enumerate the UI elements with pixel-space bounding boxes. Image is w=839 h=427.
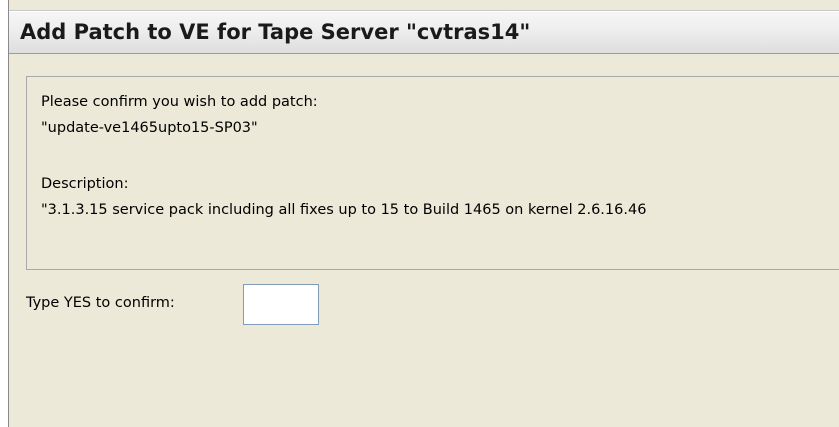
description-label: Description: <box>41 176 129 192</box>
confirmation-message-panel: Please confirm you wish to add patch: "u… <box>26 76 839 270</box>
dialog-titlebar[interactable]: Add Patch to VE for Tape Server "cvtras1… <box>9 10 839 54</box>
dialog-title: Add Patch to VE for Tape Server "cvtras1… <box>20 20 531 44</box>
titlebar-highlight <box>9 11 839 12</box>
confirm-prompt-text: Please confirm you wish to add patch: <box>41 94 318 110</box>
confirm-field-label: Type YES to confirm: <box>26 295 175 311</box>
confirm-yes-input[interactable] <box>243 284 319 325</box>
patch-name-text: "update-ve1465upto15-SP03" <box>41 120 258 136</box>
description-text: "3.1.3.15 service pack including all fix… <box>41 202 647 218</box>
